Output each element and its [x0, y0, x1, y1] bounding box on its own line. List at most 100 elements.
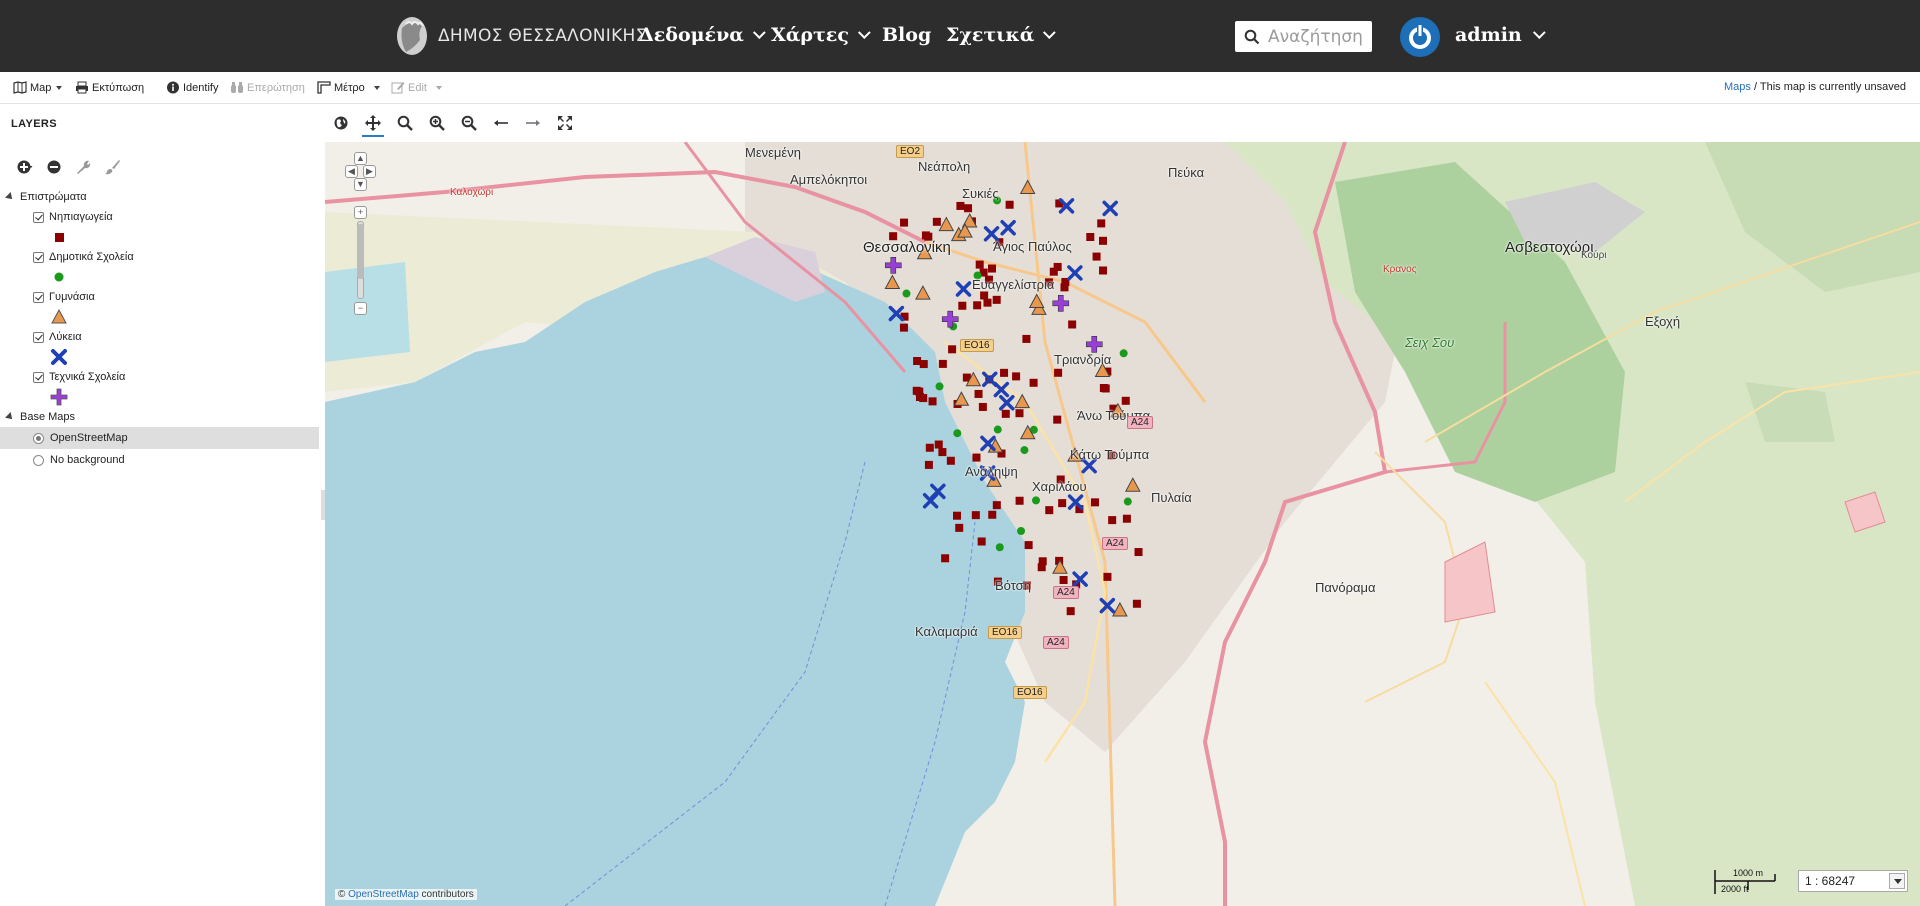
layer-checkbox[interactable]	[33, 331, 44, 343]
school-marker-square[interactable]	[1012, 372, 1021, 381]
pan-right-button[interactable]: ▶	[363, 165, 376, 178]
school-marker-square[interactable]	[1053, 415, 1062, 424]
school-marker-square[interactable]	[1024, 541, 1033, 550]
pan-down-button[interactable]: ▼	[354, 178, 367, 191]
school-marker-square[interactable]	[1054, 368, 1063, 377]
school-marker-square[interactable]	[978, 402, 987, 411]
map-menu-button[interactable]: Map	[13, 81, 63, 94]
layer-checkbox[interactable]	[33, 211, 44, 223]
school-marker-square[interactable]	[1015, 496, 1024, 505]
school-marker-circle[interactable]	[935, 382, 944, 391]
scale-selector[interactable]: 1 : 68247	[1798, 870, 1908, 892]
school-marker-square[interactable]	[1058, 499, 1067, 508]
zoom-out-small-button[interactable]: −	[354, 302, 367, 315]
school-marker-square[interactable]	[958, 301, 967, 310]
school-marker-square[interactable]	[948, 345, 957, 354]
expand-triangle-icon[interactable]	[5, 412, 15, 422]
school-marker-circle[interactable]	[993, 425, 1002, 434]
school-marker-square[interactable]	[941, 554, 950, 563]
school-marker-square[interactable]	[953, 511, 962, 520]
school-marker-square[interactable]	[977, 537, 986, 546]
school-marker-square[interactable]	[992, 501, 1001, 510]
school-marker-circle[interactable]	[1020, 446, 1029, 455]
zoom-to-max-extent-button[interactable]	[325, 105, 357, 141]
school-marker-square[interactable]	[1068, 320, 1077, 329]
layer-primary-schools[interactable]: Δημοτικά Σχολεία	[0, 247, 320, 267]
school-marker-circle[interactable]	[995, 543, 1004, 552]
school-marker-square[interactable]	[1103, 572, 1112, 581]
map-canvas[interactable]: Μενεμένη Αμπελόκηποι Νεάπολη Συκιές Πεύκ…	[325, 142, 1920, 906]
layer-checkbox[interactable]	[33, 291, 44, 303]
school-marker-square[interactable]	[1060, 283, 1069, 292]
school-marker-square[interactable]	[1121, 396, 1130, 405]
zoom-in-button[interactable]	[421, 105, 453, 141]
search-input[interactable]	[1268, 26, 1368, 47]
school-marker-square[interactable]	[1022, 334, 1031, 343]
school-marker-square[interactable]	[913, 357, 922, 366]
school-marker-square[interactable]	[932, 217, 941, 226]
fullscreen-button[interactable]	[549, 105, 581, 141]
school-marker-square[interactable]	[1053, 262, 1062, 271]
school-marker-square[interactable]	[964, 204, 973, 213]
school-marker-circle[interactable]	[902, 289, 911, 298]
school-marker-square[interactable]	[915, 393, 924, 402]
nav-blog[interactable]: Blog	[882, 24, 931, 46]
zoom-slider-thumb[interactable]	[357, 224, 364, 279]
school-marker-square[interactable]	[946, 456, 955, 465]
school-marker-square[interactable]	[1015, 409, 1024, 418]
edit-button[interactable]: Edit	[391, 81, 442, 94]
school-marker-circle[interactable]	[1032, 496, 1041, 505]
school-marker-square[interactable]	[975, 260, 984, 269]
school-marker-square[interactable]	[1005, 200, 1014, 209]
next-extent-button[interactable]	[517, 105, 549, 141]
school-marker-square[interactable]	[1001, 409, 1010, 418]
school-marker-square[interactable]	[934, 440, 943, 449]
school-marker-square[interactable]	[972, 453, 981, 462]
expand-triangle-icon[interactable]	[5, 192, 15, 202]
pan-up-button[interactable]: ▲	[354, 152, 367, 165]
layer-lyceums[interactable]: Λύκεια	[0, 327, 320, 347]
school-marker-square[interactable]	[899, 323, 908, 332]
school-marker-circle[interactable]	[953, 429, 962, 438]
school-marker-circle[interactable]	[1119, 349, 1128, 358]
identify-button[interactable]: Identify	[166, 81, 218, 94]
school-marker-square[interactable]	[1122, 514, 1131, 523]
paintbrush-icon[interactable]	[104, 159, 120, 175]
school-marker-square[interactable]	[1101, 384, 1110, 393]
nav-data[interactable]: Δεδομένα	[639, 24, 766, 46]
zoom-box-button[interactable]	[389, 105, 421, 141]
user-menu[interactable]: admin	[1455, 24, 1546, 46]
layer-checkbox[interactable]	[33, 371, 44, 383]
school-marker-square[interactable]	[1066, 607, 1075, 616]
school-marker-square[interactable]	[955, 523, 964, 532]
school-marker-circle[interactable]	[1017, 527, 1026, 536]
school-marker-square[interactable]	[1090, 498, 1099, 507]
school-marker-square[interactable]	[1000, 368, 1009, 377]
basemap-no-background[interactable]: No background	[0, 449, 320, 471]
layer-gymnasiums[interactable]: Γυμνάσια	[0, 287, 320, 307]
school-marker-square[interactable]	[988, 510, 997, 519]
pan-button[interactable]	[357, 105, 389, 141]
basemap-radio[interactable]	[33, 454, 44, 466]
zoom-slider[interactable]	[357, 221, 364, 299]
school-marker-square[interactable]	[973, 301, 982, 310]
school-marker-square[interactable]	[1059, 576, 1068, 585]
school-marker-square[interactable]	[1099, 236, 1108, 245]
school-marker-square[interactable]	[1092, 252, 1101, 261]
nav-about[interactable]: Σχετικά	[946, 24, 1057, 46]
avatar[interactable]	[1400, 17, 1440, 57]
school-marker-square[interactable]	[956, 201, 965, 210]
school-marker-square[interactable]	[1037, 563, 1046, 572]
school-marker-square[interactable]	[1108, 516, 1117, 525]
school-marker-square[interactable]	[971, 511, 980, 520]
school-marker-circle[interactable]	[1123, 497, 1132, 506]
school-marker-square[interactable]	[988, 264, 997, 273]
school-marker-square[interactable]	[992, 295, 1001, 304]
school-marker-square[interactable]	[1097, 219, 1106, 228]
school-marker-square[interactable]	[1132, 599, 1141, 608]
wrench-icon[interactable]	[75, 159, 91, 175]
school-marker-square[interactable]	[974, 389, 983, 398]
group-overlays[interactable]: Επιστρώματα	[0, 187, 320, 207]
layer-checkbox[interactable]	[33, 251, 44, 263]
dropdown-arrow-icon[interactable]	[1889, 873, 1905, 889]
